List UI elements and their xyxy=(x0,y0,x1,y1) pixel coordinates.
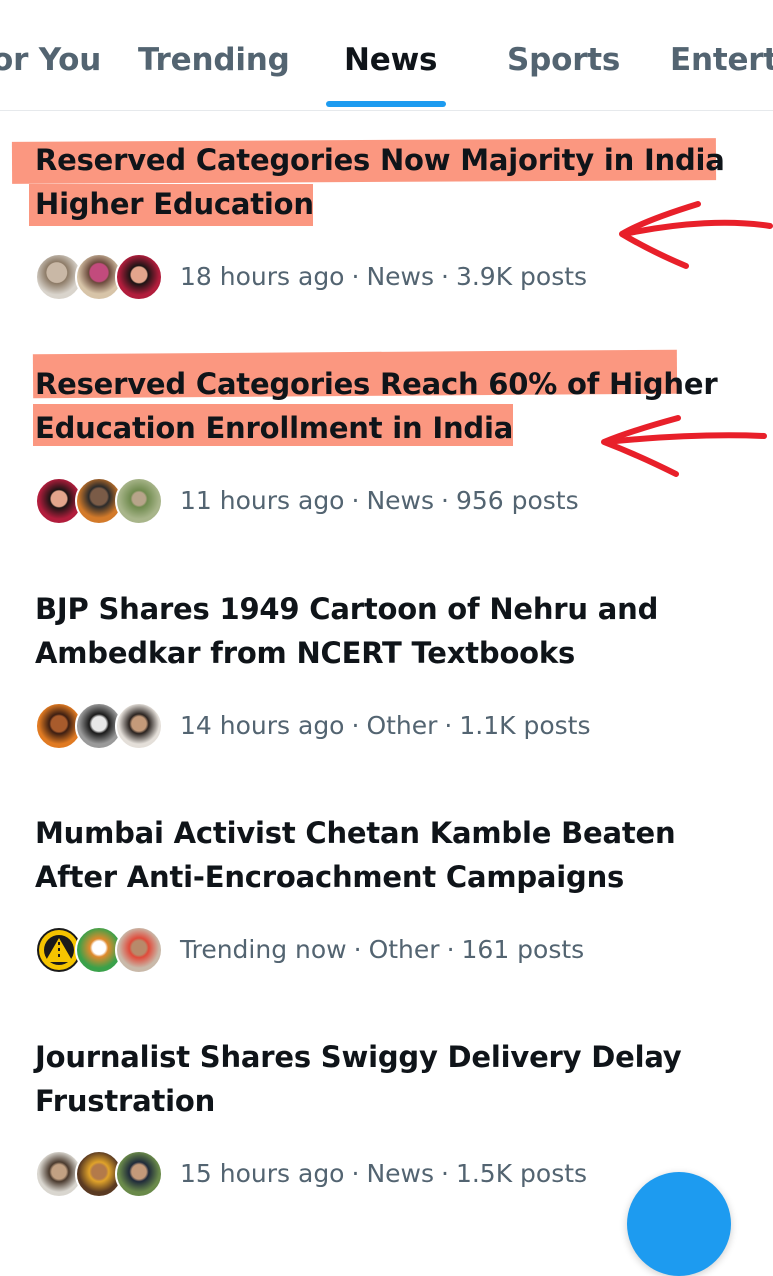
user-avatar-icon xyxy=(115,253,163,301)
trend-meta-text: 11 hours ago · News · 956 posts xyxy=(180,486,579,515)
trend-meta: 15 hours ago · News · 1.5K posts xyxy=(35,1148,587,1198)
trend-headline[interactable]: BJP Shares 1949 Cartoon of Nehru and Amb… xyxy=(35,587,725,675)
trend-headline-line1: BJP Shares 1949 Cartoon of Nehru and xyxy=(35,592,659,626)
trend-time: 14 hours ago xyxy=(180,710,345,740)
tab-for-you[interactable]: or You xyxy=(0,42,101,78)
user-avatar-icon xyxy=(115,926,163,974)
active-tab-indicator xyxy=(326,101,446,107)
trend-category: News xyxy=(366,485,434,515)
tab-trending[interactable]: Trending xyxy=(138,42,290,78)
trend-time: 18 hours ago xyxy=(180,261,345,291)
meta-separator: · xyxy=(441,1158,449,1188)
trend-meta: 18 hours ago · News · 3.9K posts xyxy=(35,251,587,301)
trend-posts: 1.5K posts xyxy=(455,1158,588,1188)
trend-meta: 11 hours ago · News · 956 posts xyxy=(35,475,579,525)
compose-fab-button[interactable] xyxy=(627,1172,731,1276)
trend-headline-line1: Journalist Shares Swiggy Delivery Delay xyxy=(35,1040,682,1074)
trend-meta-text: 14 hours ago · Other · 1.1K posts xyxy=(180,711,591,740)
user-avatar-icon xyxy=(115,1150,163,1198)
trend-time: 11 hours ago xyxy=(180,485,345,515)
trend-posts: 1.1K posts xyxy=(459,710,591,740)
meta-separator: · xyxy=(441,261,449,291)
avatar-stack xyxy=(35,1148,165,1198)
trend-meta-text: Trending now · Other · 161 posts xyxy=(180,935,584,964)
hand-drawn-arrow-icon xyxy=(601,415,767,477)
trend-time: Trending now xyxy=(180,934,347,964)
meta-separator: · xyxy=(351,261,360,291)
avatar-stack xyxy=(35,700,165,750)
trend-meta: 14 hours ago · Other · 1.1K posts xyxy=(35,700,591,750)
tab-news[interactable]: News xyxy=(344,42,437,78)
trend-headline[interactable]: Journalist Shares Swiggy Delivery Delay … xyxy=(35,1035,725,1123)
trend-category: News xyxy=(366,1158,434,1188)
trend-headline-line1: Mumbai Activist Chetan Kamble Beaten xyxy=(35,816,676,850)
trend-category: Other xyxy=(368,934,440,964)
user-avatar-icon xyxy=(115,702,163,750)
trend-headline-line1: Reserved Categories Reach 60% of Higher xyxy=(35,367,718,401)
trend-headline-line1: Reserved Categories Now Majority in Indi… xyxy=(35,143,725,177)
trend-posts: 956 posts xyxy=(455,485,579,515)
trend-posts: 3.9K posts xyxy=(455,261,588,291)
trend-headline-line2: Ambedkar from NCERT Textbooks xyxy=(35,636,576,670)
meta-separator: · xyxy=(351,710,360,740)
trend-meta: Trending now · Other · 161 posts xyxy=(35,924,584,974)
trend-headline-line2: Higher Education xyxy=(35,187,314,221)
trend-headline[interactable]: Mumbai Activist Chetan Kamble Beaten Aft… xyxy=(35,811,725,899)
trend-time: 15 hours ago xyxy=(180,1158,345,1188)
trend-meta-text: 18 hours ago · News · 3.9K posts xyxy=(180,262,587,291)
trend-headline-line2: After Anti-Encroachment Campaigns xyxy=(35,860,625,894)
trend-category: Other xyxy=(366,710,438,740)
hand-drawn-arrow-icon xyxy=(619,201,773,269)
avatar-stack xyxy=(35,924,165,974)
trend-category: News xyxy=(366,261,434,291)
tab-entertainment[interactable]: Enterta xyxy=(670,42,773,78)
tab-sports[interactable]: Sports xyxy=(507,42,620,78)
meta-separator: · xyxy=(441,485,449,515)
tab-bar: or You Trending News Sports Enterta xyxy=(0,0,773,111)
trend-meta-text: 15 hours ago · News · 1.5K posts xyxy=(180,1159,587,1188)
trend-posts: 161 posts xyxy=(461,934,585,964)
meta-separator: · xyxy=(446,934,455,964)
meta-separator: · xyxy=(351,1158,360,1188)
meta-separator: · xyxy=(353,934,362,964)
user-avatar-icon xyxy=(115,477,163,525)
avatar-stack xyxy=(35,475,165,525)
trend-headline-line2: Frustration xyxy=(35,1084,216,1118)
meta-separator: · xyxy=(444,710,453,740)
meta-separator: · xyxy=(351,485,360,515)
avatar-stack xyxy=(35,251,165,301)
trend-headline-line2: Education Enrollment in India xyxy=(35,411,514,445)
